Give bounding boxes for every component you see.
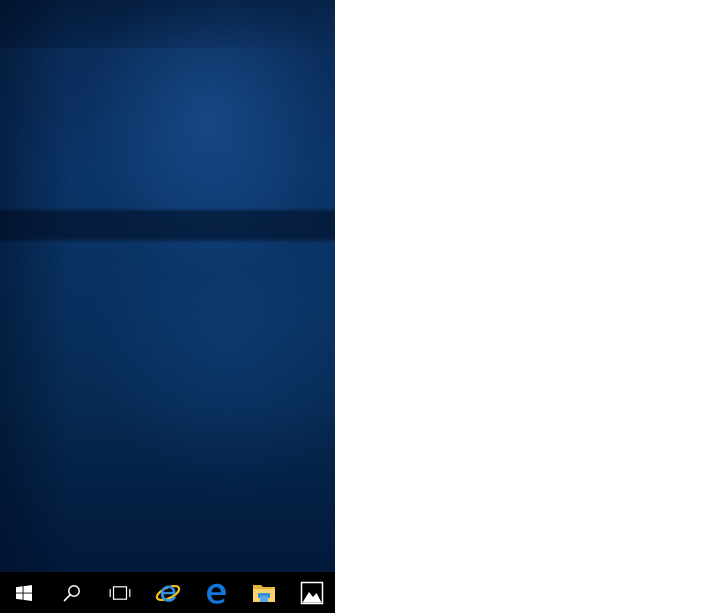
search-icon — [63, 584, 80, 601]
desktop-wallpaper — [0, 0, 335, 572]
start-button[interactable] — [0, 572, 48, 613]
search-button[interactable] — [48, 572, 96, 613]
task-view-button[interactable] — [96, 572, 144, 613]
taskbar-file-explorer[interactable] — [240, 572, 288, 613]
photos-icon — [300, 581, 324, 604]
windows-start-icon — [16, 584, 32, 601]
taskbar-photos[interactable] — [288, 572, 336, 613]
task-view-icon — [109, 585, 131, 600]
file-explorer-icon — [253, 584, 275, 602]
taskbar — [0, 572, 335, 613]
edge-icon — [207, 583, 226, 604]
internet-explorer-icon — [155, 584, 181, 602]
screen — [0, 0, 721, 613]
taskbar-internet-explorer[interactable] — [144, 572, 192, 613]
taskbar-edge[interactable] — [192, 572, 240, 613]
wallpaper-shade-bottom — [0, 410, 335, 572]
